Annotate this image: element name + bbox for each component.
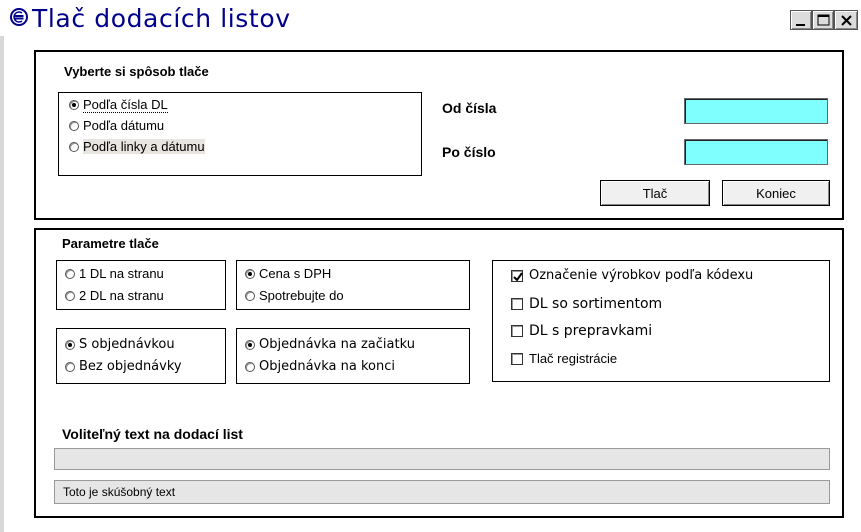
print-params-group: Parametre tlače 1 DL na stranu 2 DL na s… (34, 228, 844, 518)
option-2-per-page-label: 2 DL na stranu (79, 288, 164, 303)
print-params-group-label: Parametre tlače (62, 236, 159, 251)
radio-order-end[interactable] (245, 361, 255, 372)
option-1-per-page[interactable]: 1 DL na stranu (65, 266, 164, 281)
option-price-vat[interactable]: Cena s DPH (245, 266, 331, 281)
check-registration-label: Tlač registrácie (529, 351, 618, 366)
order-position-options: Objednávka na začiatku Objednávka na kon… (236, 328, 470, 384)
radio-by-number[interactable] (69, 100, 79, 110)
end-button[interactable]: Koniec (722, 180, 830, 206)
sample-text-field[interactable]: Toto je skúšobný text (54, 480, 830, 504)
title-bar[interactable]: Tlač dodacích listov (0, 0, 861, 36)
maximize-button[interactable] (812, 10, 834, 30)
check-crates[interactable]: DL s prepravkami (511, 323, 652, 339)
window-left-border (0, 36, 4, 532)
check-assortment-label: DL so sortimentom (529, 296, 663, 312)
option-by-number-label: Podľa čísla DL (83, 97, 168, 113)
radio-by-date[interactable] (69, 120, 79, 131)
option-use-by-label: Spotrebujte do (259, 288, 344, 303)
close-icon (841, 15, 852, 26)
radio-order-start[interactable] (245, 339, 255, 350)
option-1-per-page-label: 1 DL na stranu (79, 266, 164, 281)
option-without-order[interactable]: Bez objednávky (65, 359, 182, 374)
radio-price-vat[interactable] (245, 268, 255, 279)
optional-text-label: Voliteľný text na dodací list (62, 426, 243, 442)
optional-text-input[interactable] (54, 448, 830, 470)
from-number-label: Od čísla (442, 100, 497, 116)
app-icon (10, 8, 28, 26)
checkmark-icon (513, 271, 523, 282)
checkbox-crates[interactable] (511, 325, 523, 337)
check-codex-label: Označenie výrobkov podľa kódexu (529, 268, 754, 283)
option-with-order-label: S objednávkou (79, 337, 175, 352)
checkbox-registration[interactable] (511, 352, 523, 365)
print-method-group: Vyberte si spôsob tlače Podľa čísla DL P… (34, 50, 844, 220)
window-title: Tlač dodacích listov (32, 4, 291, 33)
price-options: Cena s DPH Spotrebujte do (236, 260, 470, 310)
option-order-start[interactable]: Objednávka na začiatku (245, 337, 415, 352)
minimize-icon (796, 24, 805, 26)
close-button[interactable] (834, 10, 858, 30)
radio-use-by[interactable] (245, 290, 255, 301)
option-by-number[interactable]: Podľa čísla DL (69, 97, 168, 113)
option-by-line-date[interactable]: Podľa linky a dátumu (69, 139, 205, 154)
option-without-order-label: Bez objednávky (79, 359, 182, 374)
order-options: S objednávkou Bez objednávky (56, 328, 226, 384)
option-by-date-label: Podľa dátumu (83, 118, 165, 133)
option-by-line-date-label: Podľa linky a dátumu (83, 139, 205, 154)
from-number-input[interactable] (684, 98, 828, 124)
maximize-icon (817, 14, 830, 26)
extra-options: Označenie výrobkov podľa kódexu DL so so… (492, 260, 830, 382)
option-by-date[interactable]: Podľa dátumu (69, 118, 164, 133)
print-method-options: Podľa čísla DL Podľa dátumu Podľa linky … (58, 92, 422, 176)
print-button[interactable]: Tlač (600, 180, 710, 206)
option-with-order[interactable]: S objednávkou (65, 337, 175, 352)
checkbox-codex[interactable] (511, 269, 523, 282)
option-use-by[interactable]: Spotrebujte do (245, 288, 344, 303)
radio-without-order[interactable] (65, 361, 75, 372)
checkbox-assortment[interactable] (511, 298, 523, 310)
check-crates-label: DL s prepravkami (529, 323, 653, 339)
radio-1-per-page[interactable] (65, 268, 75, 279)
radio-2-per-page[interactable] (65, 290, 75, 301)
radio-with-order[interactable] (65, 339, 75, 350)
option-order-end-label: Objednávka na konci (259, 359, 395, 374)
to-number-label: Po číslo (442, 144, 496, 160)
option-price-vat-label: Cena s DPH (259, 266, 332, 281)
option-2-per-page[interactable]: 2 DL na stranu (65, 288, 164, 303)
option-order-start-label: Objednávka na začiatku (259, 337, 415, 352)
minimize-button[interactable] (790, 10, 812, 30)
check-registration[interactable]: Tlač registrácie (511, 351, 617, 366)
radio-by-line-date[interactable] (69, 141, 79, 152)
option-order-end[interactable]: Objednávka na konci (245, 359, 395, 374)
print-method-group-label: Vyberte si spôsob tlače (64, 64, 209, 79)
check-codex[interactable]: Označenie výrobkov podľa kódexu (511, 268, 753, 283)
to-number-input[interactable] (684, 139, 828, 165)
check-assortment[interactable]: DL so sortimentom (511, 296, 662, 312)
per-page-options: 1 DL na stranu 2 DL na stranu (56, 260, 226, 310)
